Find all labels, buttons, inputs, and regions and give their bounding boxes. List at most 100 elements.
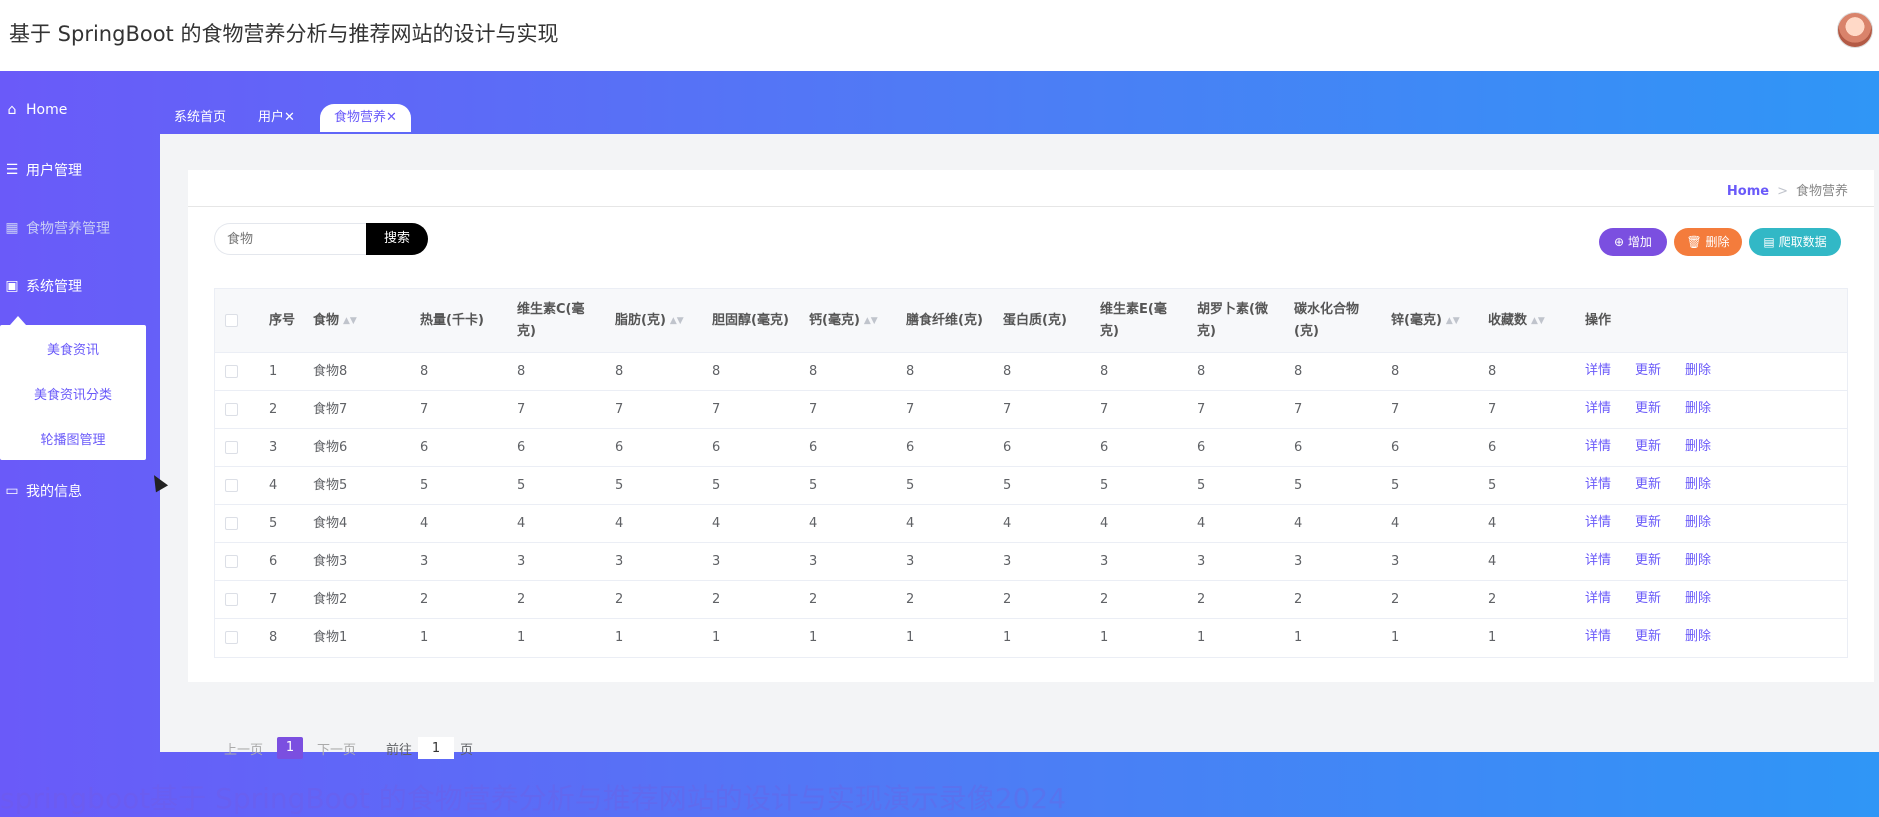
delete-link[interactable]: 删除 [1685, 467, 1711, 505]
table-cell: 1 [1197, 630, 1206, 645]
submenu-item-news-category[interactable]: 美食资讯分类 [0, 384, 146, 403]
table-cell: 6 [1488, 440, 1497, 455]
prev-page-button[interactable]: 上一页 [224, 739, 263, 758]
update-link[interactable]: 更新 [1635, 543, 1661, 581]
table-cell: 1 [1294, 630, 1303, 645]
row-checkbox[interactable] [225, 555, 238, 568]
submenu-item-carousel[interactable]: 轮播图管理 [0, 429, 146, 448]
tab-users[interactable]: 用户✕ [244, 104, 309, 132]
sort-icon[interactable]: ▲▼ [343, 310, 357, 332]
table-cell: 6 [615, 440, 624, 455]
delete-link[interactable]: 删除 [1685, 505, 1711, 543]
breadcrumb-home[interactable]: Home [1727, 184, 1769, 199]
table-cell: 1 [1003, 630, 1012, 645]
table-cell: 4 [269, 478, 278, 493]
sidebar-item-user-management[interactable]: ☰ 用户管理 [0, 155, 82, 185]
table-cell: 5 [517, 478, 526, 493]
sort-icon[interactable]: ▲▼ [1446, 310, 1460, 332]
table-cell: 3 [420, 554, 429, 569]
crawl-button[interactable]: ▤ 爬取数据 [1749, 228, 1841, 256]
detail-link[interactable]: 详情 [1585, 429, 1611, 467]
table-cell: 8 [1488, 364, 1497, 379]
column-header-carotene[interactable]: 胡罗卜素(微克) [1197, 289, 1277, 353]
detail-link[interactable]: 详情 [1585, 505, 1611, 543]
sliders-icon: ☰ [5, 162, 19, 178]
delete-button[interactable]: 🗑 删除 [1674, 228, 1742, 256]
table-cell: 6 [420, 440, 429, 455]
table-cell: 3 [1003, 554, 1012, 569]
search-button[interactable]: 搜索 [366, 223, 428, 255]
row-checkbox[interactable] [225, 593, 238, 606]
sidebar-item-my-info[interactable]: ▭ 我的信息 [0, 476, 82, 506]
column-header-zinc[interactable]: 锌(毫克) ▲▼ [1391, 289, 1460, 353]
row-checkbox[interactable] [225, 441, 238, 454]
column-header-protein[interactable]: 蛋白质(克) [1003, 289, 1083, 353]
sort-icon[interactable]: ▲▼ [670, 310, 684, 332]
next-page-button[interactable]: 下一页 [317, 739, 356, 758]
column-header-fiber[interactable]: 膳食纤维(克) [906, 289, 986, 353]
avatar[interactable] [1837, 12, 1873, 48]
sidebar-item-system[interactable]: ▣ 系统管理 [0, 271, 82, 301]
delete-link[interactable]: 删除 [1685, 543, 1711, 581]
table-cell: 1 [420, 630, 429, 645]
delete-link[interactable]: 删除 [1685, 581, 1711, 619]
column-header-calcium[interactable]: 钙(毫克) ▲▼ [809, 289, 878, 353]
delete-link[interactable]: 删除 [1685, 619, 1711, 657]
column-header-food[interactable]: 食物 ▲▼ [313, 289, 357, 353]
column-header-fat[interactable]: 脂肪(克) ▲▼ [615, 289, 684, 353]
update-link[interactable]: 更新 [1635, 581, 1661, 619]
goto-page-input[interactable] [418, 737, 455, 759]
detail-link[interactable]: 详情 [1585, 619, 1611, 657]
sort-icon[interactable]: ▲▼ [1531, 310, 1545, 332]
column-header-vitamin-c[interactable]: 维生素C(毫克) [517, 289, 597, 353]
submenu-item-food-news[interactable]: 美食资讯 [0, 339, 146, 358]
delete-link[interactable]: 删除 [1685, 429, 1711, 467]
table-cell: 4 [712, 516, 721, 531]
column-header-calories[interactable]: 热量(千卡) [420, 289, 500, 353]
tab-food-nutrition[interactable]: 食物营养✕ [320, 104, 411, 132]
delete-link[interactable]: 删除 [1685, 391, 1711, 429]
row-checkbox[interactable] [225, 631, 238, 644]
table-cell: 2 [1197, 592, 1206, 607]
delete-link[interactable]: 删除 [1685, 353, 1711, 391]
table-cell: 8 [517, 364, 526, 379]
table-cell: 4 [420, 516, 429, 531]
detail-link[interactable]: 详情 [1585, 353, 1611, 391]
table-cell: 6 [517, 440, 526, 455]
update-link[interactable]: 更新 [1635, 429, 1661, 467]
row-checkbox[interactable] [225, 403, 238, 416]
update-link[interactable]: 更新 [1635, 619, 1661, 657]
row-checkbox[interactable] [225, 479, 238, 492]
detail-link[interactable]: 详情 [1585, 581, 1611, 619]
page-unit-label: 页 [460, 742, 474, 758]
add-button-label: 增加 [1627, 235, 1652, 249]
select-all-checkbox[interactable] [225, 314, 238, 327]
sidebar-item-label: 食物营养管理 [26, 221, 110, 237]
food-panel: Home > 食物营养 搜索 ⊕ 增加 🗑 删除 ▤ 爬取数据 序号 食物▲▼ 热量… [188, 170, 1874, 759]
sidebar-item-home[interactable]: ⌂ Home [0, 95, 68, 125]
search-input[interactable] [214, 223, 366, 255]
sort-icon[interactable]: ▲▼ [864, 310, 878, 332]
update-link[interactable]: 更新 [1635, 505, 1661, 543]
detail-link[interactable]: 详情 [1585, 543, 1611, 581]
column-header-carbohydrate[interactable]: 碳水化合物(克) [1294, 289, 1374, 353]
column-header-favorites[interactable]: 收藏数 ▲▼ [1488, 289, 1545, 353]
column-header-vitamin-e[interactable]: 维生素E(毫克) [1100, 289, 1180, 353]
column-header-cholesterol[interactable]: 胆固醇(毫克) [712, 289, 792, 353]
row-checkbox[interactable] [225, 517, 238, 530]
update-link[interactable]: 更新 [1635, 467, 1661, 505]
row-checkbox[interactable] [225, 365, 238, 378]
update-link[interactable]: 更新 [1635, 353, 1661, 391]
update-link[interactable]: 更新 [1635, 391, 1661, 429]
table-cell: 食物8 [313, 364, 348, 379]
table-cell: 4 [809, 516, 818, 531]
table-cell: 4 [1488, 554, 1497, 569]
page-number-current[interactable]: 1 [277, 737, 304, 759]
detail-link[interactable]: 详情 [1585, 391, 1611, 429]
tab-home[interactable]: 系统首页 [160, 104, 240, 132]
sidebar-item-food-nutrition[interactable]: ▦ 食物营养管理 [0, 213, 110, 243]
table-cell: 1 [1488, 630, 1497, 645]
detail-link[interactable]: 详情 [1585, 467, 1611, 505]
add-button[interactable]: ⊕ 增加 [1599, 228, 1667, 256]
table-row: 6 食物3 3 3 3 3 3 3 3 3 3 3 3 4 详情 更新 删除 [215, 543, 1847, 581]
